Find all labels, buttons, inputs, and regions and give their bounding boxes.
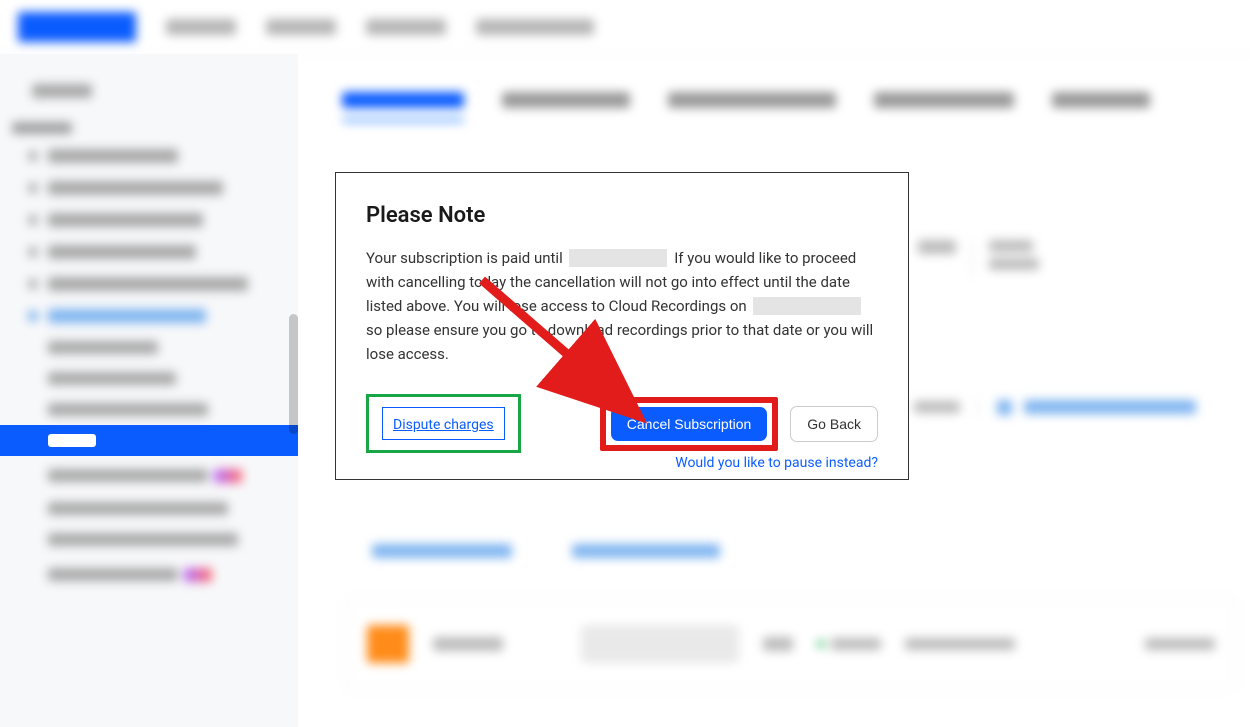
dispute-charges-box: Dispute charges	[382, 407, 505, 440]
logo	[18, 12, 136, 42]
plan-card	[346, 598, 1236, 690]
sidebar-item	[0, 236, 298, 268]
sidebar-subitem	[0, 493, 298, 524]
annotation-cancel-highlight: Cancel Subscription	[600, 397, 779, 451]
dialog-body: Your subscription is paid until If you w…	[366, 246, 878, 366]
go-back-button[interactable]: Go Back	[790, 406, 878, 442]
scrollbar[interactable]	[289, 314, 298, 434]
tab-active	[342, 92, 464, 122]
nav-item	[366, 19, 446, 35]
sidebar-subitem	[0, 363, 298, 394]
dialog-title: Please Note	[366, 203, 878, 228]
redacted-date	[753, 297, 861, 315]
cancel-subscription-dialog: Please Note Your subscription is paid un…	[335, 172, 909, 480]
sidebar-subitem	[0, 555, 298, 592]
sidebar-subitem	[0, 332, 298, 363]
annotation-dispute-highlight: Dispute charges	[366, 394, 521, 453]
sidebar-item	[0, 268, 298, 300]
tab	[668, 92, 836, 122]
sidebar	[0, 54, 298, 727]
nav-item	[476, 19, 594, 35]
sidebar-subitem	[0, 394, 298, 425]
tab	[502, 92, 630, 122]
plan-select	[581, 625, 739, 663]
nav-item	[166, 19, 236, 35]
sidebar-item	[0, 140, 298, 172]
redacted-date	[569, 249, 667, 267]
dialog-actions: Dispute charges Cancel Subscription Go B…	[366, 394, 878, 453]
sidebar-item	[0, 204, 298, 236]
sidebar-item-expanded	[0, 300, 298, 332]
dispute-charges-link[interactable]: Dispute charges	[393, 417, 494, 433]
promo-links	[372, 544, 720, 558]
bg-detail	[914, 398, 1196, 416]
cancel-subscription-button[interactable]: Cancel Subscription	[611, 407, 768, 441]
sidebar-subitem	[0, 456, 298, 493]
plan-icon	[367, 625, 409, 663]
top-nav	[0, 0, 1250, 54]
sidebar-section	[0, 108, 298, 140]
billing-tabs	[342, 92, 1250, 122]
nav-item	[266, 19, 336, 35]
sidebar-subitem	[0, 524, 298, 555]
sidebar-subitem-active[interactable]	[0, 425, 298, 456]
bg-detail	[918, 240, 1039, 276]
tab	[874, 92, 1014, 122]
tab	[1052, 92, 1150, 122]
sidebar-item	[0, 74, 298, 108]
pause-instead-link[interactable]: Would you like to pause instead?	[675, 455, 878, 471]
sidebar-item	[0, 172, 298, 204]
